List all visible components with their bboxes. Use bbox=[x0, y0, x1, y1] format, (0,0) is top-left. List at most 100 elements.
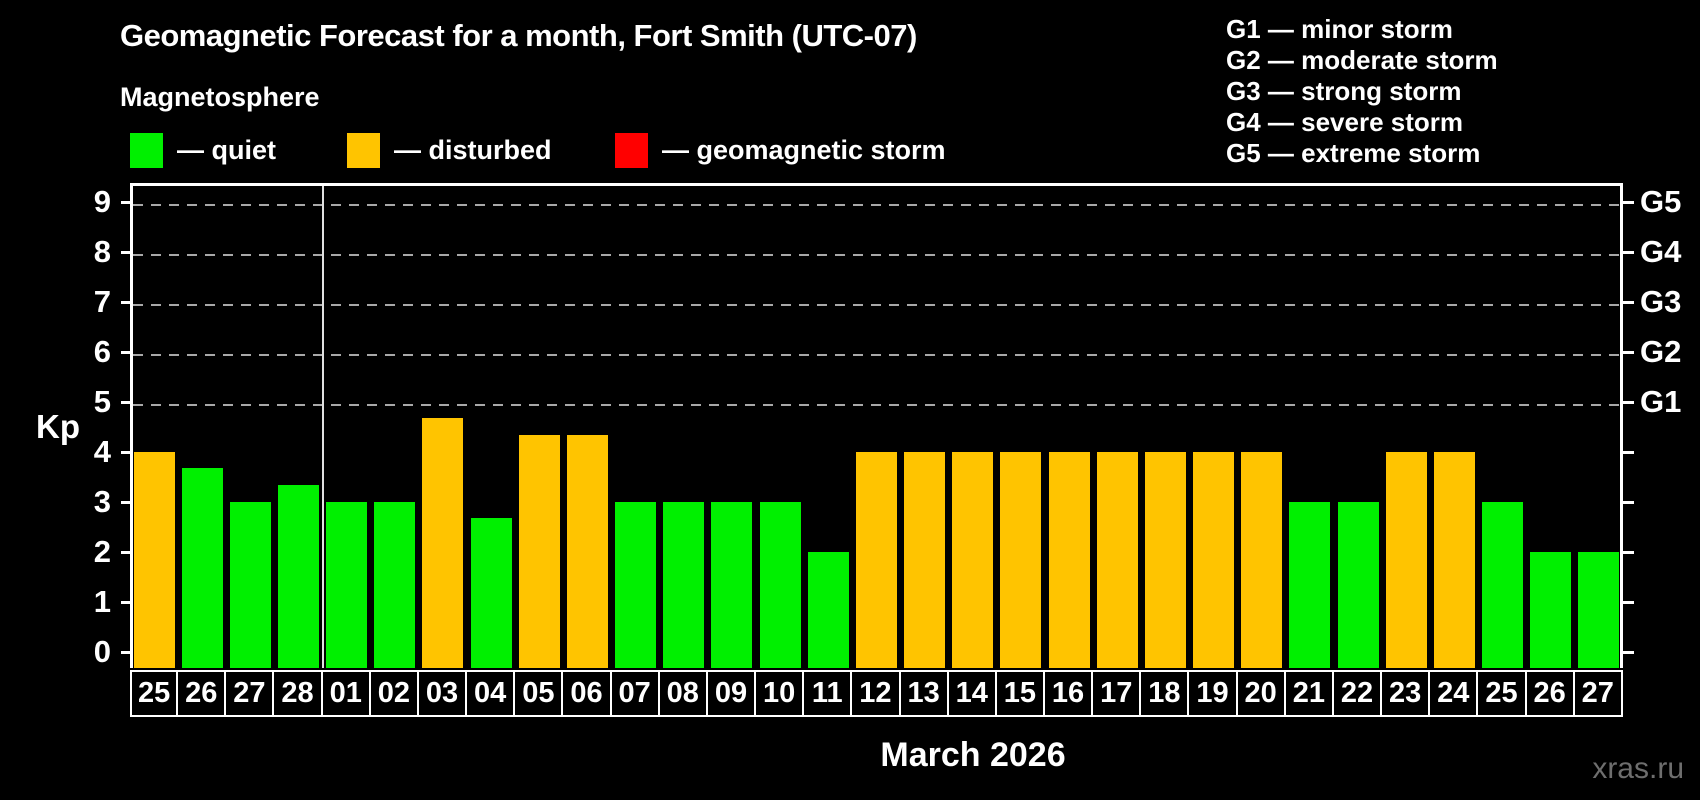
kp-bar-day-27 bbox=[230, 502, 271, 668]
kp-tick-label-6: 6 bbox=[93, 334, 111, 369]
date-cell-mar-07: 07 bbox=[609, 670, 660, 717]
date-cell-mar-10: 10 bbox=[754, 670, 805, 717]
g-axis-tick-kp3 bbox=[1623, 501, 1634, 504]
date-cell-mar-16: 16 bbox=[1042, 670, 1094, 717]
date-cell-mar-14: 14 bbox=[946, 670, 997, 717]
date-cell-mar-25: 25 bbox=[1476, 670, 1527, 717]
kp-tick-label-0: 0 bbox=[93, 634, 111, 669]
g-axis-label-G5: G5 bbox=[1640, 184, 1682, 219]
kp-bar-day-27 bbox=[1578, 552, 1619, 668]
date-axis-row: 25 26 27 28 01 02 03 04 05 06 07 08 09 10 11 12 13 14 15 16… bbox=[130, 670, 1623, 717]
kp-bar-day-25 bbox=[1482, 502, 1523, 668]
kp-tick-8 bbox=[121, 251, 130, 254]
date-cell-mar-09: 09 bbox=[705, 670, 757, 717]
g-axis-tick-kp5 bbox=[1623, 401, 1634, 404]
kp-bar-day-26 bbox=[182, 468, 223, 668]
legend-label-storm: — geomagnetic storm bbox=[662, 135, 946, 165]
kp-bar-day-05 bbox=[519, 435, 560, 668]
gridline-kp8 bbox=[133, 254, 1620, 256]
date-cell-mar-15: 15 bbox=[994, 670, 1045, 717]
kp-bar-day-06 bbox=[567, 435, 608, 668]
kp-tick-label-7: 7 bbox=[93, 284, 111, 319]
kp-bar-day-12 bbox=[856, 452, 897, 668]
kp-bar-day-26 bbox=[1530, 552, 1571, 668]
page-title: Geomagnetic Forecast for a month, Fort S… bbox=[120, 18, 917, 53]
date-cell-mar-18: 18 bbox=[1139, 670, 1190, 717]
kp-tick-6 bbox=[121, 351, 130, 354]
g-axis-tick-kp7 bbox=[1623, 301, 1634, 304]
kp-bar-day-09 bbox=[711, 502, 752, 668]
kp-tick-label-2: 2 bbox=[93, 534, 111, 569]
g-axis-tick-kp4 bbox=[1623, 451, 1634, 454]
kp-tick-9 bbox=[121, 201, 130, 204]
date-cell-mar-03: 03 bbox=[416, 670, 468, 717]
kp-bar-day-19 bbox=[1193, 452, 1234, 668]
gridline-kp6 bbox=[133, 354, 1620, 356]
date-cell-mar-22: 22 bbox=[1331, 670, 1383, 717]
g-axis-label-G4: G4 bbox=[1640, 234, 1682, 269]
kp-tick-5 bbox=[121, 401, 130, 404]
date-cell-mar-19: 19 bbox=[1187, 670, 1238, 717]
kp-bar-day-07 bbox=[615, 502, 656, 668]
kp-bar-day-20 bbox=[1241, 452, 1282, 668]
kp-bar-day-18 bbox=[1145, 452, 1186, 668]
kp-bar-day-16 bbox=[1049, 452, 1090, 668]
kp-tick-7 bbox=[121, 301, 130, 304]
kp-bar-day-02 bbox=[374, 502, 415, 668]
legend-swatch-storm bbox=[615, 133, 648, 168]
date-cell-mar-08: 08 bbox=[657, 670, 708, 717]
date-cell-mar-17: 17 bbox=[1091, 670, 1142, 717]
kp-axis-title: Kp bbox=[36, 408, 80, 445]
month-separator-line bbox=[322, 186, 324, 668]
g-axis-label-G2: G2 bbox=[1640, 334, 1682, 369]
month-label: March 2026 bbox=[880, 736, 1066, 774]
kp-bar-day-24 bbox=[1434, 452, 1475, 668]
legend-label-disturbed: — disturbed bbox=[394, 135, 552, 165]
kp-bar-day-10 bbox=[760, 502, 801, 668]
kp-bar-day-01 bbox=[326, 502, 367, 668]
kp-tick-label-9: 9 bbox=[93, 184, 111, 219]
kp-bar-day-25 bbox=[134, 452, 175, 668]
kp-tick-4 bbox=[121, 451, 130, 454]
date-cell-mar-21: 21 bbox=[1283, 670, 1334, 717]
date-cell-mar-12: 12 bbox=[850, 670, 901, 717]
g-axis-tick-kp0 bbox=[1623, 651, 1634, 654]
gridline-kp9 bbox=[133, 204, 1620, 206]
storm-scale-line: G5 — extreme storm bbox=[1226, 138, 1481, 168]
g-axis-tick-kp8 bbox=[1623, 251, 1634, 254]
legend-swatch-disturbed bbox=[347, 133, 380, 168]
kp-tick-2 bbox=[121, 551, 130, 554]
g-axis-tick-kp1 bbox=[1623, 601, 1634, 604]
kp-bar-day-04 bbox=[471, 518, 512, 668]
g-axis-tick-kp6 bbox=[1623, 351, 1634, 354]
kp-bar-day-13 bbox=[904, 452, 945, 668]
legend-swatch-quiet bbox=[130, 133, 163, 168]
date-cell-mar-27: 27 bbox=[1572, 670, 1623, 717]
storm-scale-legend: G1 — minor storm G2 — moderate storm G3 — … bbox=[1226, 14, 1498, 169]
kp-bar-day-15 bbox=[1000, 452, 1041, 668]
kp-bar-day-03 bbox=[422, 418, 463, 668]
gridline-kp5 bbox=[133, 404, 1620, 406]
kp-bar-day-11 bbox=[808, 552, 849, 668]
date-cell-feb-27: 27 bbox=[224, 670, 275, 717]
legend-item-disturbed: — disturbed bbox=[347, 133, 552, 168]
kp-tick-label-1: 1 bbox=[93, 584, 111, 619]
date-cell-mar-13: 13 bbox=[898, 670, 949, 717]
watermark: xras.ru bbox=[1592, 752, 1684, 785]
kp-bar-day-21 bbox=[1289, 502, 1330, 668]
legend-label-quiet: — quiet bbox=[177, 135, 276, 165]
kp-tick-0 bbox=[121, 651, 130, 654]
magnetosphere-heading: Magnetosphere bbox=[120, 82, 320, 112]
date-cell-mar-05: 05 bbox=[513, 670, 564, 717]
storm-scale-line: G4 — severe storm bbox=[1226, 107, 1464, 137]
date-cell-mar-06: 06 bbox=[561, 670, 612, 717]
kp-tick-label-3: 3 bbox=[93, 484, 111, 519]
kp-bar-chart bbox=[130, 183, 1623, 668]
date-cell-mar-11: 11 bbox=[802, 670, 853, 717]
storm-scale-line: G2 — moderate storm bbox=[1226, 45, 1498, 75]
kp-bar-day-22 bbox=[1338, 502, 1379, 668]
date-cell-feb-25: 25 bbox=[130, 670, 179, 717]
date-cell-mar-04: 04 bbox=[465, 670, 516, 717]
g-axis-label-G3: G3 bbox=[1640, 284, 1682, 319]
kp-bar-day-23 bbox=[1386, 452, 1427, 668]
